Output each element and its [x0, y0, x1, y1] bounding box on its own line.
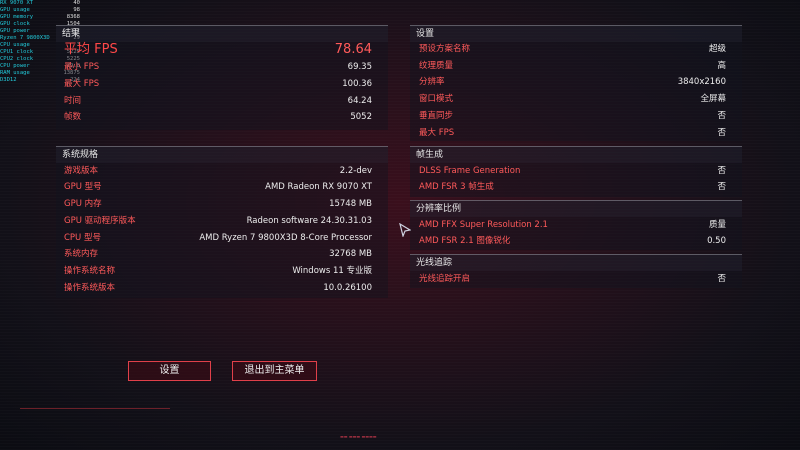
system-row: 操作系统版本 10.0.26100	[64, 283, 372, 293]
settings-row: 纹理质量 高	[419, 61, 726, 71]
overlay-row: GPU memory 8368	[0, 14, 80, 20]
exit-to-main-menu-button[interactable]: 退出到主菜单	[232, 361, 317, 381]
overlay-row: RX 9070 XT 40	[0, 0, 80, 6]
avg-fps-label: 平均 FPS	[64, 42, 118, 57]
system-row: 系统内存 32768 MB	[64, 249, 372, 259]
resolution-scale-row: AMD FSR 2.1 图像锐化 0.50	[419, 236, 726, 246]
framegen-row: AMD FSR 3 帧生成 否	[419, 182, 726, 192]
settings-section-title: 设置	[410, 25, 742, 42]
results-row: 最小 FPS 69.35	[64, 62, 372, 72]
avg-fps-value: 78.64	[334, 42, 372, 57]
settings-row: 最大 FPS 否	[419, 128, 726, 138]
results-row: 时间 64.24	[64, 96, 372, 106]
bottom-decoration: ▬▬ ▬▬▬ ▬▬▬▬	[340, 434, 377, 439]
overlay-row: GPU usage 98	[0, 7, 80, 13]
settings-row: 窗口模式 全屏幕	[419, 94, 726, 104]
raytracing-row: 光线追踪开启 否	[419, 274, 726, 284]
framegen-row: DLSS Frame Generation 否	[419, 166, 726, 176]
system-section-title: 系统规格	[56, 146, 388, 163]
avg-fps-row: 平均 FPS 78.64	[64, 40, 372, 60]
results-row: 最大 FPS 100.36	[64, 79, 372, 89]
resolution-scale-row: AMD FFX Super Resolution 2.1 质量	[419, 220, 726, 230]
resolution-scale-section-title: 分辨率比例	[410, 200, 742, 217]
system-row: 游戏版本 2.2-dev	[64, 166, 372, 176]
system-row: 操作系统名称 Windows 11 专业版	[64, 266, 372, 276]
system-row: GPU 内存 15748 MB	[64, 199, 372, 209]
system-row: GPU 驱动程序版本 Radeon software 24.30.31.03	[64, 216, 372, 226]
settings-row: 垂直同步 否	[419, 111, 726, 121]
settings-button[interactable]: 设置	[128, 361, 211, 381]
results-row: 帧数 5052	[64, 112, 372, 122]
system-row: GPU 型号 AMD Radeon RX 9070 XT	[64, 182, 372, 192]
framegen-section-title: 帧生成	[410, 146, 742, 163]
mouse-cursor-icon	[399, 223, 411, 237]
settings-row: 分辨率 3840x2160	[419, 77, 726, 87]
raytracing-section-title: 光线追踪	[410, 254, 742, 271]
system-row: CPU 型号 AMD Ryzen 7 9800X3D 8-Core Proces…	[64, 233, 372, 243]
settings-row: 预设方案名称 超级	[419, 44, 726, 54]
legal-strip-decoration	[20, 408, 170, 424]
